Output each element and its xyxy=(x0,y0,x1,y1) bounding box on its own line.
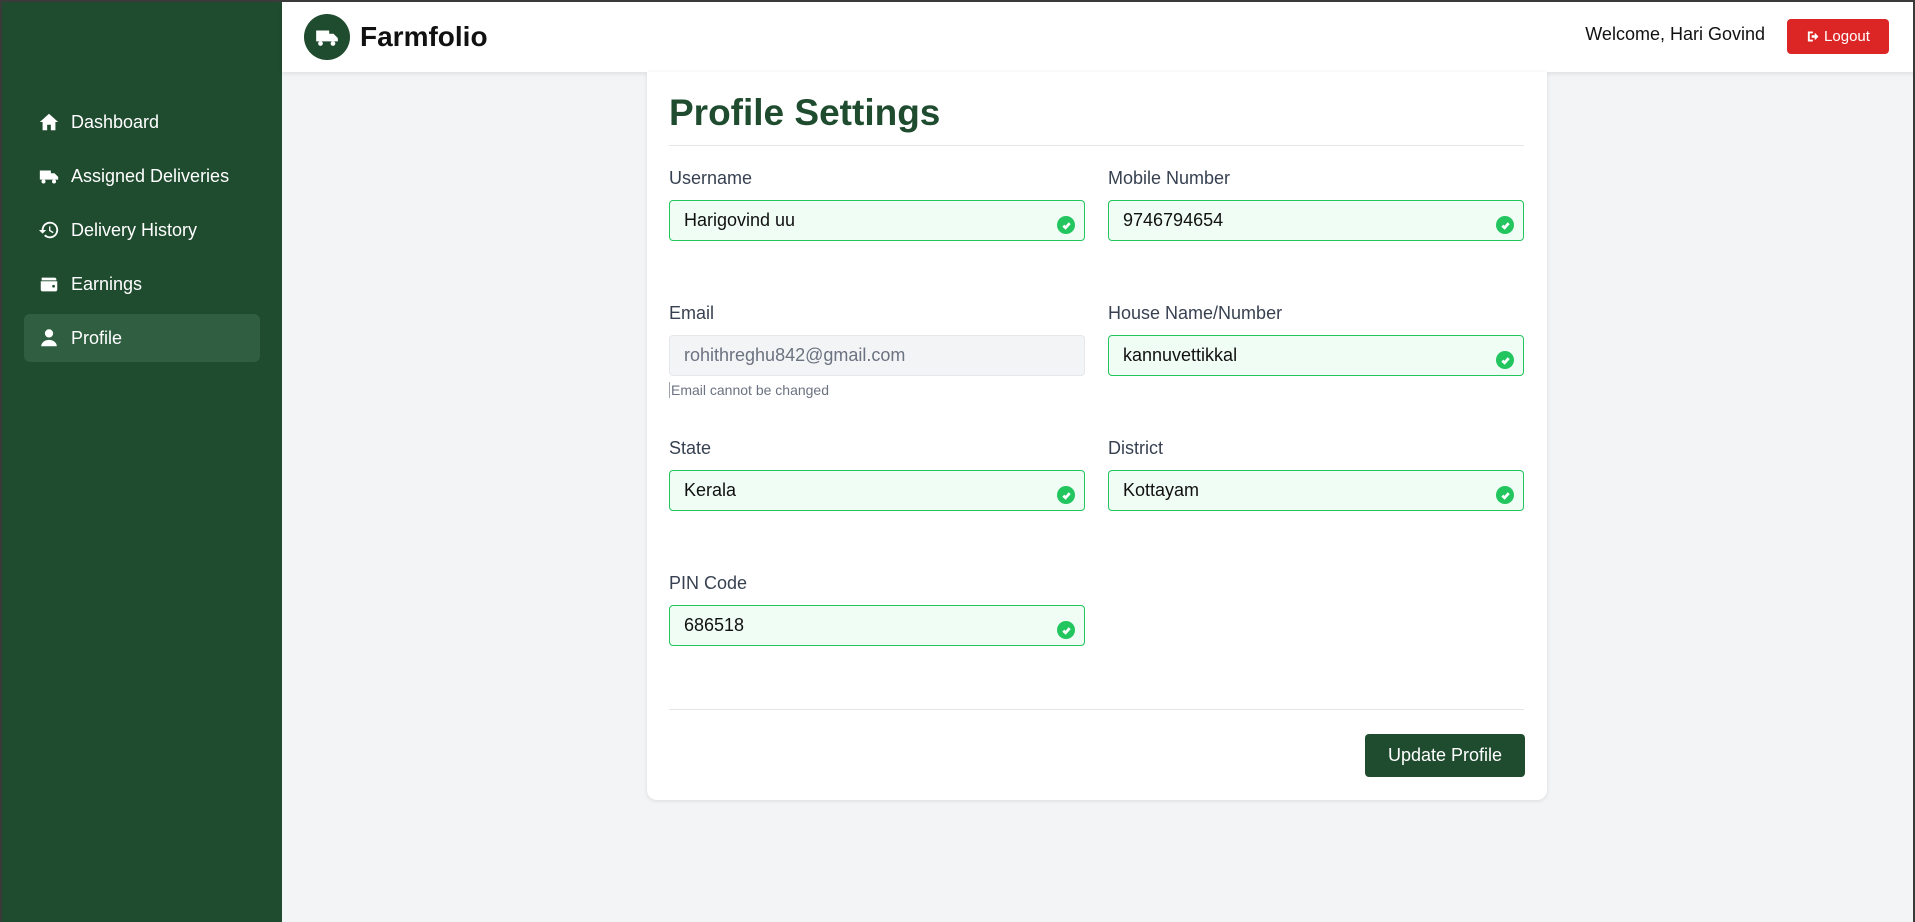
sidebar-item-label: Earnings xyxy=(71,273,143,294)
pin-label: PIN Code xyxy=(669,573,748,593)
profile-settings-card: Profile Settings Username Mobile Number … xyxy=(647,72,1547,800)
welcome-text: Welcome, Hari Govind xyxy=(1585,24,1765,44)
username-label: Username xyxy=(669,168,753,188)
house-field-group: House Name/Number xyxy=(1108,303,1524,376)
home-icon xyxy=(37,110,61,134)
pin-field-group: PIN Code xyxy=(669,573,1085,646)
sidebar-item-profile[interactable]: Profile xyxy=(24,314,260,362)
sidebar-item-dashboard[interactable]: Dashboard xyxy=(24,98,260,146)
email-label: Email xyxy=(669,303,715,323)
email-input xyxy=(669,335,1085,376)
check-circle-icon xyxy=(1496,486,1514,504)
logout-label: Logout xyxy=(1824,28,1870,45)
sidebar-item-label: Dashboard xyxy=(71,111,160,132)
state-field-group: State xyxy=(669,438,1085,511)
state-label: State xyxy=(669,438,712,458)
history-icon xyxy=(37,218,61,242)
wallet-icon xyxy=(37,272,61,296)
mobile-field-group: Mobile Number xyxy=(1108,168,1524,241)
truck-icon xyxy=(37,164,61,188)
sign-out-icon xyxy=(1807,31,1819,42)
page-title: Profile Settings xyxy=(669,92,941,133)
mobile-input[interactable] xyxy=(1108,200,1524,241)
sidebar-item-label: Delivery History xyxy=(71,219,198,240)
top-bar: Farmfolio Welcome, Hari Govind Logout xyxy=(282,0,1915,72)
email-hint: Email cannot be changed xyxy=(669,382,1085,398)
check-circle-icon xyxy=(1496,216,1514,234)
house-label: House Name/Number xyxy=(1108,303,1283,323)
email-field-group: Email Email cannot be changed xyxy=(669,303,1085,398)
sidebar: Dashboard Assigned Deliveries Delivery H… xyxy=(0,0,282,922)
title-divider xyxy=(669,145,1524,146)
form-footer-divider xyxy=(669,709,1524,710)
logout-button[interactable]: Logout xyxy=(1787,19,1889,54)
truck-logo-icon xyxy=(304,14,350,60)
check-circle-icon xyxy=(1057,216,1075,234)
state-input[interactable] xyxy=(669,470,1085,511)
username-field-group: Username xyxy=(669,168,1085,241)
district-label: District xyxy=(1108,438,1163,458)
pin-input[interactable] xyxy=(669,605,1085,646)
sidebar-item-label: Profile xyxy=(71,327,123,348)
update-profile-button[interactable]: Update Profile xyxy=(1365,734,1525,777)
check-circle-icon xyxy=(1057,621,1075,639)
house-input[interactable] xyxy=(1108,335,1524,376)
district-input[interactable] xyxy=(1108,470,1524,511)
sidebar-item-assigned-deliveries[interactable]: Assigned Deliveries xyxy=(24,152,260,200)
app-name: Farmfolio xyxy=(360,21,488,52)
username-input[interactable] xyxy=(669,200,1085,241)
user-icon xyxy=(37,326,61,350)
sidebar-item-label: Assigned Deliveries xyxy=(71,165,230,186)
check-circle-icon xyxy=(1496,351,1514,369)
district-field-group: District xyxy=(1108,438,1524,511)
brand: Farmfolio xyxy=(304,14,488,60)
check-circle-icon xyxy=(1057,486,1075,504)
sidebar-item-delivery-history[interactable]: Delivery History xyxy=(24,206,260,254)
mobile-label: Mobile Number xyxy=(1108,168,1231,188)
sidebar-item-earnings[interactable]: Earnings xyxy=(24,260,260,308)
sidebar-nav: Dashboard Assigned Deliveries Delivery H… xyxy=(24,98,260,368)
